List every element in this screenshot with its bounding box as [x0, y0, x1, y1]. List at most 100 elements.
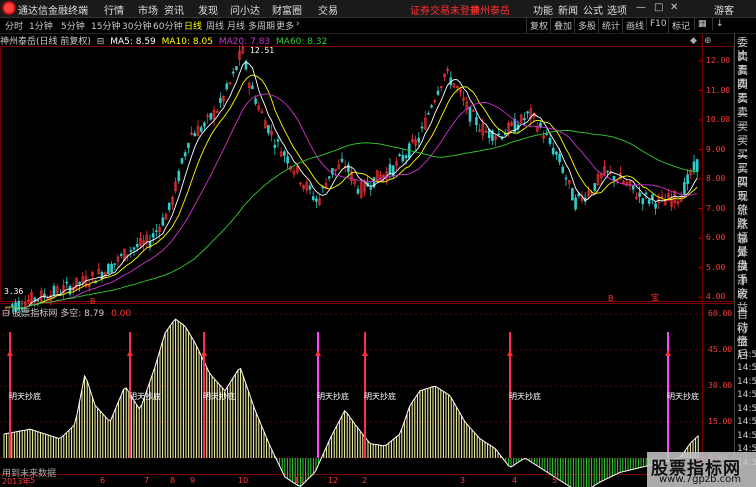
time-axis-label: 6 [100, 476, 106, 485]
tick-record-label: 14:50 [737, 417, 756, 427]
candle-body [68, 286, 72, 295]
signal-label: 明天抄底 [667, 392, 699, 401]
candle-body [167, 202, 171, 210]
candle-body [497, 133, 501, 136]
indicator-title: 股票指标网 多空: 8.79 [12, 309, 105, 319]
price-tick-label: 6.00 [706, 233, 726, 242]
candle-body [401, 155, 405, 162]
indicator-header: ⊟ 股票指标网 多空: 8.79 0.00 [2, 306, 131, 319]
time-axis-label: 4 [512, 476, 518, 485]
candle-body [267, 125, 270, 134]
candle-body [151, 233, 155, 238]
time-axis-label: 11 [294, 476, 305, 485]
price-tick-label: 9.00 [706, 144, 726, 154]
candle-body [315, 198, 318, 202]
candle-body [356, 188, 360, 194]
signal-arrow-icon [315, 350, 321, 356]
candle-body [311, 196, 315, 201]
indicator-pane [3, 318, 699, 487]
signal-label: 明天抄底 [129, 392, 161, 401]
price-tick-label: 7.00 [706, 203, 726, 213]
candle-body [286, 156, 289, 164]
candle-body [193, 133, 197, 137]
time-axis-label: 5 [552, 476, 558, 485]
tick-record-label: 14:50 [737, 390, 756, 400]
tick-record-label: 14:50 [737, 403, 756, 414]
candle-body [110, 263, 113, 273]
candle-body [436, 90, 440, 95]
candle-body [526, 111, 529, 114]
candle-body [254, 98, 257, 104]
indicator-collapse-icon[interactable]: ⊟ [2, 309, 10, 319]
signal-arrow-icon [507, 350, 513, 356]
candle-body [686, 174, 689, 185]
candle-body [155, 230, 158, 232]
candle-body [388, 164, 392, 175]
candle-body [548, 138, 552, 144]
time-axis-label: 2 [362, 476, 368, 485]
time-axis-label: 3 [460, 476, 466, 485]
candle-body [404, 155, 408, 159]
signal-label: 明天抄底 [364, 392, 396, 401]
candle-body [199, 127, 203, 132]
main-pane-frame [0, 46, 734, 302]
time-axis-label: 7 [144, 476, 150, 485]
tick-record-label: 14:50 [737, 363, 756, 373]
low-price-label: 3.36 [4, 287, 24, 296]
candle-body [555, 151, 558, 155]
candle-body [683, 182, 686, 196]
tick-record-label: 14:50 [737, 349, 756, 360]
candle-body [119, 254, 123, 256]
signal-label: 明天抄底 [9, 392, 41, 401]
signal-arrow-icon [665, 350, 671, 356]
candle-body [177, 170, 181, 182]
signal-label: 明天抄底 [317, 392, 349, 401]
candle-body [644, 192, 648, 195]
candle-body [468, 106, 472, 122]
candle-body [251, 85, 254, 90]
candle-body [651, 194, 654, 200]
right-quote-panel: 委比 卖五 卖四 卖三 卖二 卖一 买一 买二 买三 买四 买五 现价 涨跌 涨幅 总量 外盘 换手 净资 收益 自动… [734, 34, 756, 487]
candle-body [347, 164, 350, 172]
price-tick-label: 4.00 [706, 292, 726, 301]
indicator-tick-label: 60.00 [708, 309, 733, 318]
price-tick-label: 8.00 [706, 174, 726, 183]
candle-body [107, 263, 110, 275]
signal-arrow-icon [127, 350, 133, 356]
candle-body [475, 117, 478, 126]
candle-body [641, 198, 645, 205]
candle-body [545, 133, 549, 136]
candle-body [273, 144, 277, 148]
indicator-tick-label: 30.00 [708, 381, 733, 390]
indicator-tick-label: 15.00 [708, 417, 733, 426]
candle-body [113, 263, 117, 265]
candle-body [574, 197, 577, 210]
high-price-label: 12.51 [250, 46, 275, 55]
candle-body [654, 203, 657, 209]
price-tick-label: 5.00 [706, 262, 726, 272]
candle-body [203, 122, 206, 127]
chart-marker[interactable]: B [90, 297, 96, 306]
candle-body [430, 105, 433, 108]
ma20-line [5, 93, 698, 309]
watermark: 股票指标网 www.7gpzb.com [647, 452, 756, 487]
candle-body [129, 250, 133, 252]
candle-body [420, 126, 424, 129]
candle-body [551, 147, 555, 155]
candle-body [135, 243, 139, 247]
chart-marker[interactable]: B [608, 294, 614, 303]
watermark-url: www.7gpzb.com [659, 474, 741, 485]
candle-body [593, 183, 597, 191]
candle-body [398, 154, 401, 157]
chart-marker[interactable]: 宝 [651, 292, 659, 303]
indicator-value: 0.00 [111, 309, 132, 319]
candle-body [417, 137, 421, 143]
kline-chart[interactable] [0, 0, 734, 487]
time-axis-label: 5 [30, 476, 36, 485]
candle-body [340, 158, 344, 162]
signal-arrow-icon [201, 350, 207, 356]
candle-body [225, 83, 229, 90]
time-axis-label: 8 [170, 476, 176, 485]
tick-record-label: 14:50 [737, 430, 756, 441]
candle-body [219, 97, 222, 103]
